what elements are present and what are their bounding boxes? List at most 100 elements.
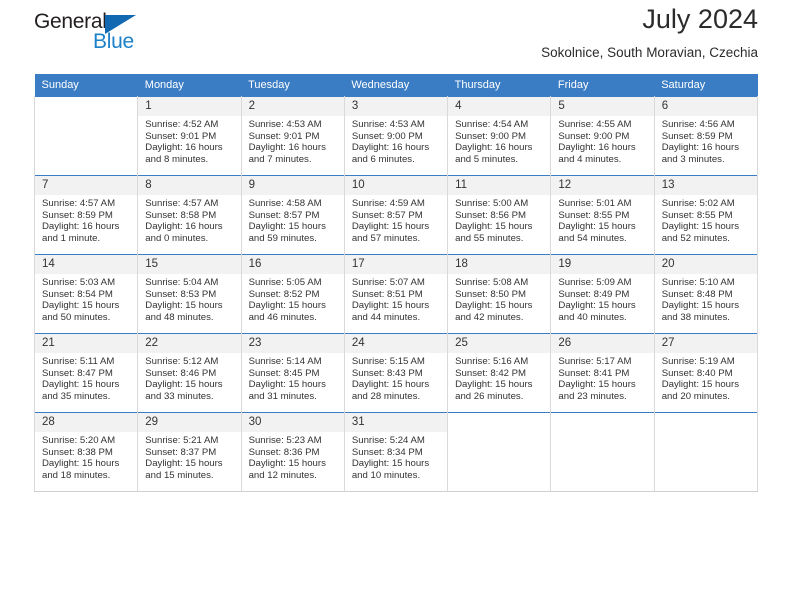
day-number: 17 [344,255,448,274]
day-cell[interactable]: 18 Sunrise: 5:08 AM Sunset: 8:50 PM Dayl… [447,254,552,334]
logo-text-blue: Blue [93,30,134,53]
daylight-text-line2: and 20 minutes. [661,391,730,403]
daylight-text-line1: Daylight: 15 hours [248,300,326,312]
daylight-text-line2: and 57 minutes. [351,233,421,245]
sunset-text: Sunset: 8:41 PM [558,367,630,379]
daylight-text-line1: Daylight: 15 hours [248,458,326,470]
sunrise-text: Sunrise: 5:20 AM [42,435,116,446]
day-number: 10 [344,176,448,195]
sunset-text: Sunset: 8:48 PM [661,288,733,300]
day-cell[interactable]: 5 Sunrise: 4:55 AM Sunset: 9:00 PM Dayli… [550,96,655,176]
day-cell[interactable]: 30 Sunrise: 5:23 AM Sunset: 8:36 PM Dayl… [240,412,345,492]
daylight-text-line2: and 42 minutes. [455,312,524,324]
daylight-text-line1: Daylight: 15 hours [351,300,430,312]
day-cell[interactable]: 25 Sunrise: 5:16 AM Sunset: 8:42 PM Dayl… [447,333,552,413]
day-cell[interactable]: 12 Sunrise: 5:01 AM Sunset: 8:55 PM Dayl… [550,175,655,255]
sunrise-text: Sunrise: 5:21 AM [145,435,219,446]
daylight-text-line2: and 23 minutes. [558,391,627,403]
day-cell[interactable]: 20 Sunrise: 5:10 AM Sunset: 8:48 PM Dayl… [653,254,759,334]
week-row: 28 Sunrise: 5:20 AM Sunset: 8:38 PM Dayl… [33,412,759,492]
weekday-header-thursday: Thursday [447,74,551,97]
day-cell[interactable]: 15 Sunrise: 5:04 AM Sunset: 8:53 PM Dayl… [137,254,242,334]
sunset-text: Sunset: 8:52 PM [248,288,320,300]
day-cell[interactable]: 19 Sunrise: 5:09 AM Sunset: 8:49 PM Dayl… [550,254,655,334]
daylight-text-line1: Daylight: 15 hours [455,300,533,312]
day-details: Sunrise: 4:55 AM Sunset: 9:00 PM Dayligh… [551,116,653,166]
sunrise-text: Sunrise: 4:57 AM [42,198,116,209]
sunrise-text: Sunrise: 5:02 AM [661,198,735,209]
title-block: July 2024 Sokolnice, South Moravian, Cze… [541,0,758,60]
daylight-text-line1: Daylight: 16 hours [661,142,740,154]
day-cell[interactable]: 16 Sunrise: 5:05 AM Sunset: 8:52 PM Dayl… [240,254,345,334]
daylight-text-line2: and 54 minutes. [558,233,627,245]
sunrise-text: Sunrise: 4:56 AM [661,119,735,130]
day-cell[interactable]: 17 Sunrise: 5:07 AM Sunset: 8:51 PM Dayl… [343,254,449,334]
calendar-head: Sunday Monday Tuesday Wednesday Thursday… [34,74,758,97]
day-number: 3 [344,97,448,116]
day-cell[interactable]: 22 Sunrise: 5:12 AM Sunset: 8:46 PM Dayl… [137,333,242,413]
daylight-text-line1: Daylight: 15 hours [455,379,533,391]
day-cell[interactable]: 2 Sunrise: 4:53 AM Sunset: 9:01 PM Dayli… [240,96,345,176]
day-number: 1 [138,97,241,116]
sunset-text: Sunset: 9:01 PM [145,130,217,142]
day-number: 12 [551,176,654,195]
sunset-text: Sunset: 8:54 PM [42,288,113,300]
day-details: Sunrise: 5:15 AM Sunset: 8:43 PM Dayligh… [345,353,447,403]
day-cell[interactable]: 27 Sunrise: 5:19 AM Sunset: 8:40 PM Dayl… [653,333,759,413]
day-cell[interactable]: 8 Sunrise: 4:57 AM Sunset: 8:58 PM Dayli… [137,175,242,255]
daylight-text-line1: Daylight: 16 hours [455,142,533,154]
sunrise-sunset-calendar: Sunday Monday Tuesday Wednesday Thursday… [33,74,759,492]
daylight-text-line1: Daylight: 15 hours [455,221,533,233]
day-details: Sunrise: 5:01 AM Sunset: 8:55 PM Dayligh… [551,195,653,245]
day-cell[interactable]: 26 Sunrise: 5:17 AM Sunset: 8:41 PM Dayl… [550,333,655,413]
day-details: Sunrise: 4:58 AM Sunset: 8:57 PM Dayligh… [242,195,344,245]
day-number: 24 [344,334,448,353]
day-cell[interactable]: 13 Sunrise: 5:02 AM Sunset: 8:55 PM Dayl… [653,175,759,255]
daylight-text-line2: and 31 minutes. [248,391,317,403]
day-cell[interactable]: 4 Sunrise: 4:54 AM Sunset: 9:00 PM Dayli… [447,96,552,176]
day-cell[interactable]: 28 Sunrise: 5:20 AM Sunset: 8:38 PM Dayl… [33,412,139,492]
sunrise-text: Sunrise: 5:19 AM [661,356,735,367]
day-cell[interactable]: 7 Sunrise: 4:57 AM Sunset: 8:59 PM Dayli… [33,175,139,255]
daylight-text-line1: Daylight: 15 hours [145,300,223,312]
week-row: 14 Sunrise: 5:03 AM Sunset: 8:54 PM Dayl… [33,254,759,334]
sunset-text: Sunset: 8:49 PM [558,288,630,300]
day-cell[interactable]: 11 Sunrise: 5:00 AM Sunset: 8:56 PM Dayl… [447,175,552,255]
day-number: 14 [35,255,138,274]
day-number: 19 [551,255,654,274]
daylight-text-line1: Daylight: 15 hours [351,379,430,391]
daylight-text-line2: and 1 minute. [42,233,101,245]
day-number: 4 [448,97,551,116]
day-details: Sunrise: 4:52 AM Sunset: 9:01 PM Dayligh… [138,116,240,166]
day-details: Sunrise: 5:11 AM Sunset: 8:47 PM Dayligh… [35,353,137,403]
day-cell[interactable]: 1 Sunrise: 4:52 AM Sunset: 9:01 PM Dayli… [137,96,242,176]
day-details: Sunrise: 5:04 AM Sunset: 8:53 PM Dayligh… [138,274,240,324]
day-cell[interactable]: 10 Sunrise: 4:59 AM Sunset: 8:57 PM Dayl… [343,175,449,255]
day-cell[interactable]: 9 Sunrise: 4:58 AM Sunset: 8:57 PM Dayli… [240,175,345,255]
sunrise-text: Sunrise: 5:14 AM [248,356,322,367]
daylight-text-line1: Daylight: 16 hours [42,221,120,233]
daylight-text-line2: and 40 minutes. [558,312,627,324]
daylight-text-line2: and 55 minutes. [455,233,524,245]
day-cell[interactable]: 3 Sunrise: 4:53 AM Sunset: 9:00 PM Dayli… [343,96,449,176]
sunset-text: Sunset: 8:42 PM [455,367,527,379]
sunrise-text: Sunrise: 4:52 AM [145,119,219,130]
day-details: Sunrise: 4:53 AM Sunset: 9:00 PM Dayligh… [345,116,447,166]
day-cell[interactable]: 31 Sunrise: 5:24 AM Sunset: 8:34 PM Dayl… [343,412,449,492]
day-cell[interactable]: 23 Sunrise: 5:14 AM Sunset: 8:45 PM Dayl… [240,333,345,413]
sunset-text: Sunset: 8:34 PM [351,446,423,458]
day-cell[interactable]: 14 Sunrise: 5:03 AM Sunset: 8:54 PM Dayl… [33,254,139,334]
sunrise-text: Sunrise: 5:16 AM [455,356,529,367]
day-cell[interactable]: 21 Sunrise: 5:11 AM Sunset: 8:47 PM Dayl… [33,333,139,413]
weekday-header-friday: Friday [550,74,655,97]
week-row: 21 Sunrise: 5:11 AM Sunset: 8:47 PM Dayl… [33,333,759,413]
day-number: 20 [654,255,757,274]
day-cell[interactable]: 6 Sunrise: 4:56 AM Sunset: 8:59 PM Dayli… [653,96,759,176]
day-cell[interactable]: 24 Sunrise: 5:15 AM Sunset: 8:43 PM Dayl… [343,333,449,413]
general-blue-logo[interactable]: General Blue [34,10,184,56]
daylight-text-line1: Daylight: 15 hours [558,300,636,312]
calendar-body: 1 Sunrise: 4:52 AM Sunset: 9:01 PM Dayli… [33,96,759,492]
day-cell[interactable]: 29 Sunrise: 5:21 AM Sunset: 8:37 PM Dayl… [137,412,242,492]
sunset-text: Sunset: 9:00 PM [351,130,423,142]
weekday-header-row: Sunday Monday Tuesday Wednesday Thursday… [34,74,758,97]
